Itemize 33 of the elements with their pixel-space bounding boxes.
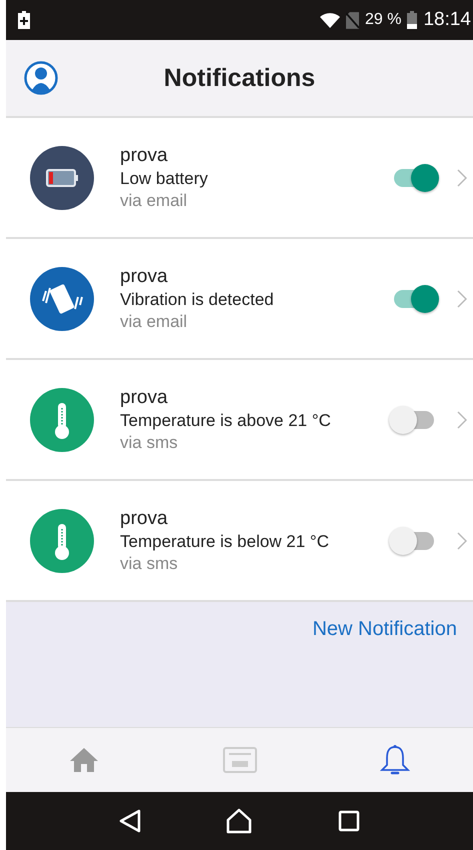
back-icon[interactable]	[118, 809, 141, 833]
event-label: Vibration is detected	[120, 290, 275, 310]
event-label: Temperature is above 21 °C	[120, 410, 332, 430]
new-notification-link[interactable]: New Notification	[312, 618, 457, 641]
notification-row[interactable]: prova Vibration is detected via email	[6, 239, 473, 360]
battery-charging-icon	[18, 11, 30, 29]
bell-icon[interactable]	[380, 744, 410, 776]
status-time: 18:14	[423, 9, 471, 31]
wifi-icon	[320, 12, 340, 28]
device-name: prova	[120, 266, 169, 288]
page-title: Notifications	[164, 64, 316, 92]
event-label: Low battery	[120, 168, 209, 188]
notification-row[interactable]: prova Low battery via email	[6, 118, 473, 239]
channel-label: via email	[120, 190, 188, 210]
device-name: prova	[120, 144, 169, 166]
dashboard-icon[interactable]	[222, 747, 256, 773]
chevron-right-icon[interactable]	[457, 168, 467, 186]
event-label: Temperature is below 21 °C	[120, 532, 330, 552]
profile-icon[interactable]	[24, 61, 58, 95]
recents-icon[interactable]	[338, 810, 360, 832]
no-sim-icon	[346, 12, 359, 28]
device-name: prova	[120, 508, 169, 530]
chevron-right-icon[interactable]	[457, 532, 467, 550]
home-icon[interactable]	[226, 808, 252, 834]
chevron-right-icon[interactable]	[457, 410, 467, 428]
chevron-right-icon[interactable]	[457, 290, 467, 308]
notification-row[interactable]: prova Temperature is above 21 °C via sms	[6, 360, 473, 481]
channel-label: via email	[120, 312, 188, 332]
channel-label: via sms	[120, 554, 179, 574]
battery-icon	[407, 11, 418, 29]
battery-percent: 29 %	[364, 11, 402, 29]
device-name: prova	[120, 386, 169, 408]
channel-label: via sms	[120, 432, 179, 452]
